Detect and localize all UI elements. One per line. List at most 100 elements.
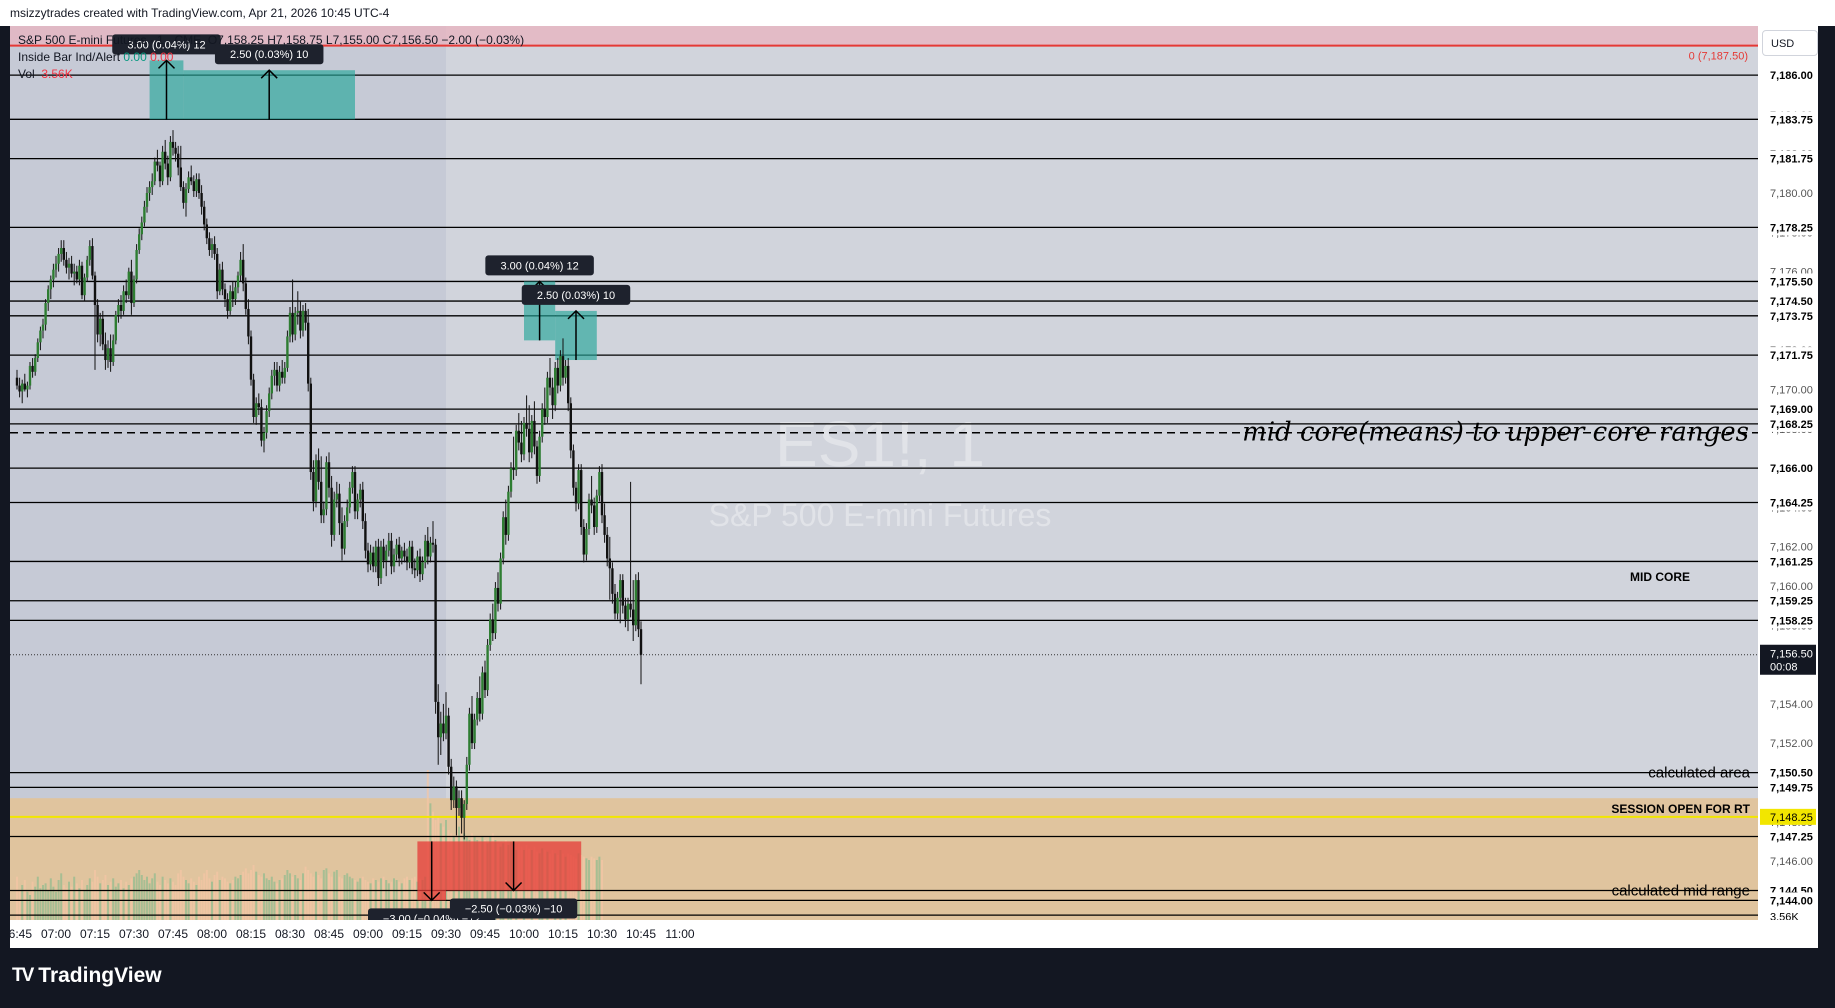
mid-core-annotation: mid core(means) to upper core ranges [1242,418,1749,448]
candle-body [83,277,86,296]
candle-body [86,259,89,278]
volume-bar [250,870,252,920]
candle-body [242,259,245,284]
time-tick: 08:00 [197,927,227,941]
symbol-title[interactable]: S&P 500 E-mini Futures · 1 · CME [18,33,201,47]
price-tick: 7,170.00 [1770,384,1813,396]
volume-bar [203,873,206,920]
volume-bar [343,875,346,920]
candle-body [548,377,552,388]
candle-body [364,521,367,551]
candle-body [140,222,143,235]
candle-body [476,697,479,720]
volume-bar [283,875,286,920]
level-tag: 7,181.75 [1770,154,1813,166]
candle-body [582,527,585,555]
candle-body [314,460,318,502]
candle-body [517,430,520,443]
candle-body [236,275,240,288]
candle-body [379,546,383,579]
candle-body [299,310,302,331]
candle-body [533,420,536,447]
candle-body [603,515,606,535]
candle-body [244,283,247,309]
candle-body [132,279,136,304]
candle-body [54,263,58,270]
indicator-name[interactable]: Inside Bar Ind/Alert [18,50,120,64]
level-tag: 7,158.25 [1770,615,1813,627]
level-tag: 7,166.00 [1770,463,1813,475]
candle-body [535,446,539,476]
candle-body [507,491,510,535]
candle-body [34,358,37,372]
legend-indicator-row[interactable]: Inside Bar Ind/Alert 0.00 0.00 [18,49,524,66]
candle-body [91,246,94,276]
candle-body [281,371,284,378]
volume-bar [96,876,99,920]
candle-body [390,540,393,567]
top-line-label: 0 (7,187.50) [1689,51,1748,63]
level-tag: 7,183.75 [1770,114,1813,126]
time-tick: 09:00 [353,927,383,941]
candle-body [460,798,463,818]
time-tick: 10:15 [548,927,578,941]
candle-body [164,151,167,164]
candle-body [143,206,146,223]
time-tick: 06:45 [10,927,32,941]
price-tick: 7,160.00 [1770,581,1813,593]
candle-body [101,318,104,345]
candle-body [312,472,315,502]
volume-bar [49,878,52,920]
volume-bar [294,875,297,920]
volume-bar [179,870,182,920]
candle-body [637,580,640,630]
level-tag: 7,171.75 [1770,350,1813,362]
currency-button[interactable]: USD [1762,30,1818,56]
candle-body [213,244,216,254]
candle-body [473,719,476,744]
footer [0,948,1835,1008]
volume-bar [140,875,143,920]
candle-body [421,562,424,575]
volume-bar [130,878,133,920]
candle-body [158,165,162,182]
volume-bar [205,870,208,920]
candle-body [80,265,84,296]
price-chart[interactable]: 0 (7,187.50) ES1!, 1 S&P 500 E-mini Future… [10,26,1818,948]
candle-body [611,568,614,594]
candle-body [65,259,68,268]
candle-body [590,499,593,506]
time-tick: 09:30 [431,927,461,941]
candle-body [208,238,211,250]
legend-volume-row[interactable]: Vol 3.56K [18,66,524,83]
candle-body [257,403,260,408]
candle-body [210,244,214,250]
candle-body [470,713,474,744]
candle-body [52,269,55,280]
candle-body [135,249,138,280]
time-tick: 07:30 [119,927,149,941]
level-tag: 7,169.00 [1770,404,1813,416]
candle-body [356,499,359,512]
legend-symbol-row[interactable]: S&P 500 E-mini Futures · 1 · CME O7,158.… [18,32,524,49]
candle-body [374,546,377,567]
time-tick: 11:00 [665,927,694,941]
price-axis[interactable]: 7,186.007,184.007,182.007,180.007,178.00… [1758,26,1818,925]
candle-body [249,336,253,380]
volume-bar [582,856,585,920]
volume-bar [198,876,200,920]
volume-bar [302,873,304,920]
volume-label[interactable]: Vol [18,67,35,81]
candle-body [36,342,39,359]
candle-body [49,279,52,290]
time-tick: 10:45 [626,927,656,941]
candle-body [632,609,635,626]
position-label: −2.50 (−0.03%) −10 [465,904,563,916]
volume-bar [208,878,211,920]
level-tag: 7,147.25 [1770,831,1813,843]
time-tick: 08:15 [236,927,266,941]
candle-body [114,314,117,341]
time-axis[interactable]: 06:45 07:00 07:15 07:30 07:45 08:00 08:15 08:30… [10,920,1818,948]
candle-body [335,493,338,500]
volume-bar [348,876,351,920]
